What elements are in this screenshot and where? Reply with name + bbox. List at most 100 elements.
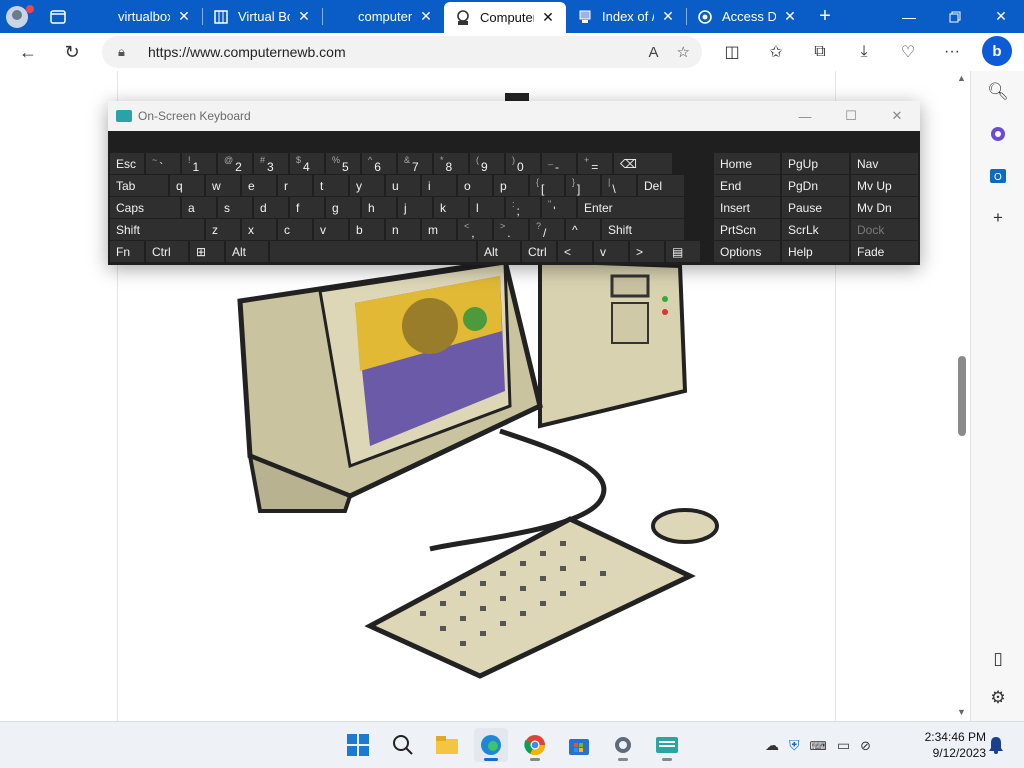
close-tab-icon[interactable]: ✕ xyxy=(540,9,556,26)
osk-key[interactable]: z xyxy=(206,219,240,240)
osk-nav-key[interactable]: ScrLk xyxy=(782,219,849,240)
back-button[interactable]: ← xyxy=(8,35,48,69)
vertical-scrollbar[interactable]: ▲ ▼ xyxy=(954,71,970,721)
settings-taskbar-button[interactable] xyxy=(606,728,640,762)
osk-key[interactable]: }] xyxy=(566,175,600,196)
osk-nav-key[interactable]: Dock xyxy=(851,219,918,240)
close-tab-icon[interactable]: ✕ xyxy=(176,8,192,25)
osk-key[interactable]: $4 xyxy=(290,153,324,174)
sidebar-office-button[interactable] xyxy=(971,113,1024,155)
osk-nav-key[interactable]: Options xyxy=(714,241,780,262)
close-tab-icon[interactable]: ✕ xyxy=(782,8,798,25)
osk-key[interactable]: < xyxy=(558,241,592,262)
osk-key[interactable]: ⌫ xyxy=(614,153,672,174)
downloads-button[interactable]: ⤓ xyxy=(842,35,886,69)
osk-key[interactable]: j xyxy=(398,197,432,218)
notifications-button[interactable] xyxy=(984,728,1008,762)
favorites-button[interactable]: ✩ xyxy=(754,35,798,69)
osk-key[interactable]: ▤ xyxy=(666,241,700,262)
osk-key[interactable]: h xyxy=(362,197,396,218)
osk-key[interactable]: ? / xyxy=(530,219,564,240)
osk-key[interactable]: >. xyxy=(494,219,528,240)
osk-key[interactable]: k xyxy=(434,197,468,218)
osk-key[interactable]: % 5 xyxy=(326,153,360,174)
osk-key[interactable]: r xyxy=(278,175,312,196)
osk-nav-key[interactable]: Pause xyxy=(782,197,849,218)
taskbar-search-button[interactable] xyxy=(386,728,420,762)
osk-key[interactable]: a xyxy=(182,197,216,218)
network-muted-icon[interactable]: ⊘ xyxy=(860,738,871,754)
osk-nav-key[interactable]: PrtScn xyxy=(714,219,780,240)
keyboard-tray-icon[interactable]: ⌨ xyxy=(810,739,827,753)
close-window-button[interactable]: ✕ xyxy=(978,0,1024,33)
display-icon[interactable]: ▭ xyxy=(837,737,850,754)
osk-key[interactable]: b xyxy=(350,219,384,240)
osk-key[interactable]: v xyxy=(594,241,628,262)
osk-key[interactable]: > xyxy=(630,241,664,262)
osk-key[interactable]: ⊞ xyxy=(190,241,224,262)
osk-nav-key[interactable]: Insert xyxy=(714,197,780,218)
osk-key[interactable]: ~ ` xyxy=(146,153,180,174)
tab-actions-button[interactable] xyxy=(34,0,82,33)
bing-copilot-icon[interactable]: b xyxy=(982,36,1012,66)
osk-key[interactable]: (9 xyxy=(470,153,504,174)
store-taskbar-button[interactable] xyxy=(562,728,596,762)
osk-key[interactable] xyxy=(270,241,476,262)
osk-key[interactable]: Caps xyxy=(110,197,180,218)
osk-nav-key[interactable]: Fade xyxy=(851,241,918,262)
sidebar-add-button[interactable]: + xyxy=(971,197,1024,239)
osk-key[interactable]: Fn xyxy=(110,241,144,262)
osk-key[interactable]: d xyxy=(254,197,288,218)
osk-key[interactable]: u xyxy=(386,175,420,196)
osk-key[interactable]: Ctrl xyxy=(522,241,556,262)
osk-nav-key[interactable]: Mv Dn xyxy=(851,197,918,218)
osk-taskbar-button[interactable] xyxy=(650,728,684,762)
new-tab-button[interactable]: + xyxy=(808,0,842,33)
sidebar-settings-button[interactable]: ⚙ xyxy=(971,677,1024,719)
osk-key[interactable]: s xyxy=(218,197,252,218)
close-tab-icon[interactable]: ✕ xyxy=(418,8,434,25)
osk-key[interactable]: #3 xyxy=(254,153,288,174)
osk-key[interactable]: i xyxy=(422,175,456,196)
refresh-button[interactable]: ↻ xyxy=(52,35,92,69)
security-shield-icon[interactable]: ⛨ xyxy=(789,737,800,754)
osk-key[interactable]: ^ 6 xyxy=(362,153,396,174)
sidebar-search-button[interactable]: 🔍︎ xyxy=(971,71,1024,113)
osk-key[interactable]: Esc xyxy=(110,153,144,174)
osk-key[interactable]: & 7 xyxy=(398,153,432,174)
taskbar-clock[interactable]: 2:34:46 PM 9/12/2023 xyxy=(916,729,986,761)
osk-nav-key[interactable]: PgUp xyxy=(782,153,849,174)
address-bar[interactable]: 🔒︎ https://www.computernewb.com A ☆ xyxy=(102,36,702,68)
osk-key[interactable]: Enter xyxy=(578,197,684,218)
osk-key[interactable]: _ - xyxy=(542,153,576,174)
scrollbar-thumb[interactable] xyxy=(958,356,966,436)
profile-button[interactable] xyxy=(0,0,34,33)
osk-nav-key[interactable]: PgDn xyxy=(782,175,849,196)
osk-close-button[interactable]: ✕ xyxy=(874,108,920,124)
osk-key[interactable]: ^ xyxy=(566,219,600,240)
more-options-button[interactable]: ··· xyxy=(930,35,974,69)
osk-key[interactable]: c xyxy=(278,219,312,240)
osk-key[interactable]: w xyxy=(206,175,240,196)
osk-key[interactable]: Ctrl xyxy=(146,241,188,262)
minimize-button[interactable]: — xyxy=(886,0,932,33)
osk-key[interactable]: n xyxy=(386,219,420,240)
osk-maximize-button[interactable]: ☐ xyxy=(828,108,874,124)
sidebar-toggle-button[interactable]: ▯ xyxy=(971,638,1024,680)
osk-key[interactable]: ! 1 xyxy=(182,153,216,174)
osk-key[interactable]: g xyxy=(326,197,360,218)
osk-nav-key[interactable]: End xyxy=(714,175,780,196)
osk-key[interactable]: o xyxy=(458,175,492,196)
onedrive-icon[interactable]: ☁ xyxy=(765,737,779,754)
url-text[interactable]: https://www.computernewb.com xyxy=(148,44,346,60)
browser-essentials-button[interactable]: ♡ xyxy=(886,35,930,69)
read-aloud-icon[interactable]: A xyxy=(649,44,659,61)
osk-key[interactable]: ) 0 xyxy=(506,153,540,174)
start-button[interactable] xyxy=(341,728,375,762)
tab-virtualbox[interactable]: virtualbox ✕ xyxy=(82,0,202,33)
osk-key[interactable]: y xyxy=(350,175,384,196)
close-tab-icon[interactable]: ✕ xyxy=(296,8,312,25)
osk-key[interactable]: Alt xyxy=(478,241,520,262)
osk-nav-key[interactable]: Mv Up xyxy=(851,175,918,196)
osk-nav-key[interactable]: Help xyxy=(782,241,849,262)
